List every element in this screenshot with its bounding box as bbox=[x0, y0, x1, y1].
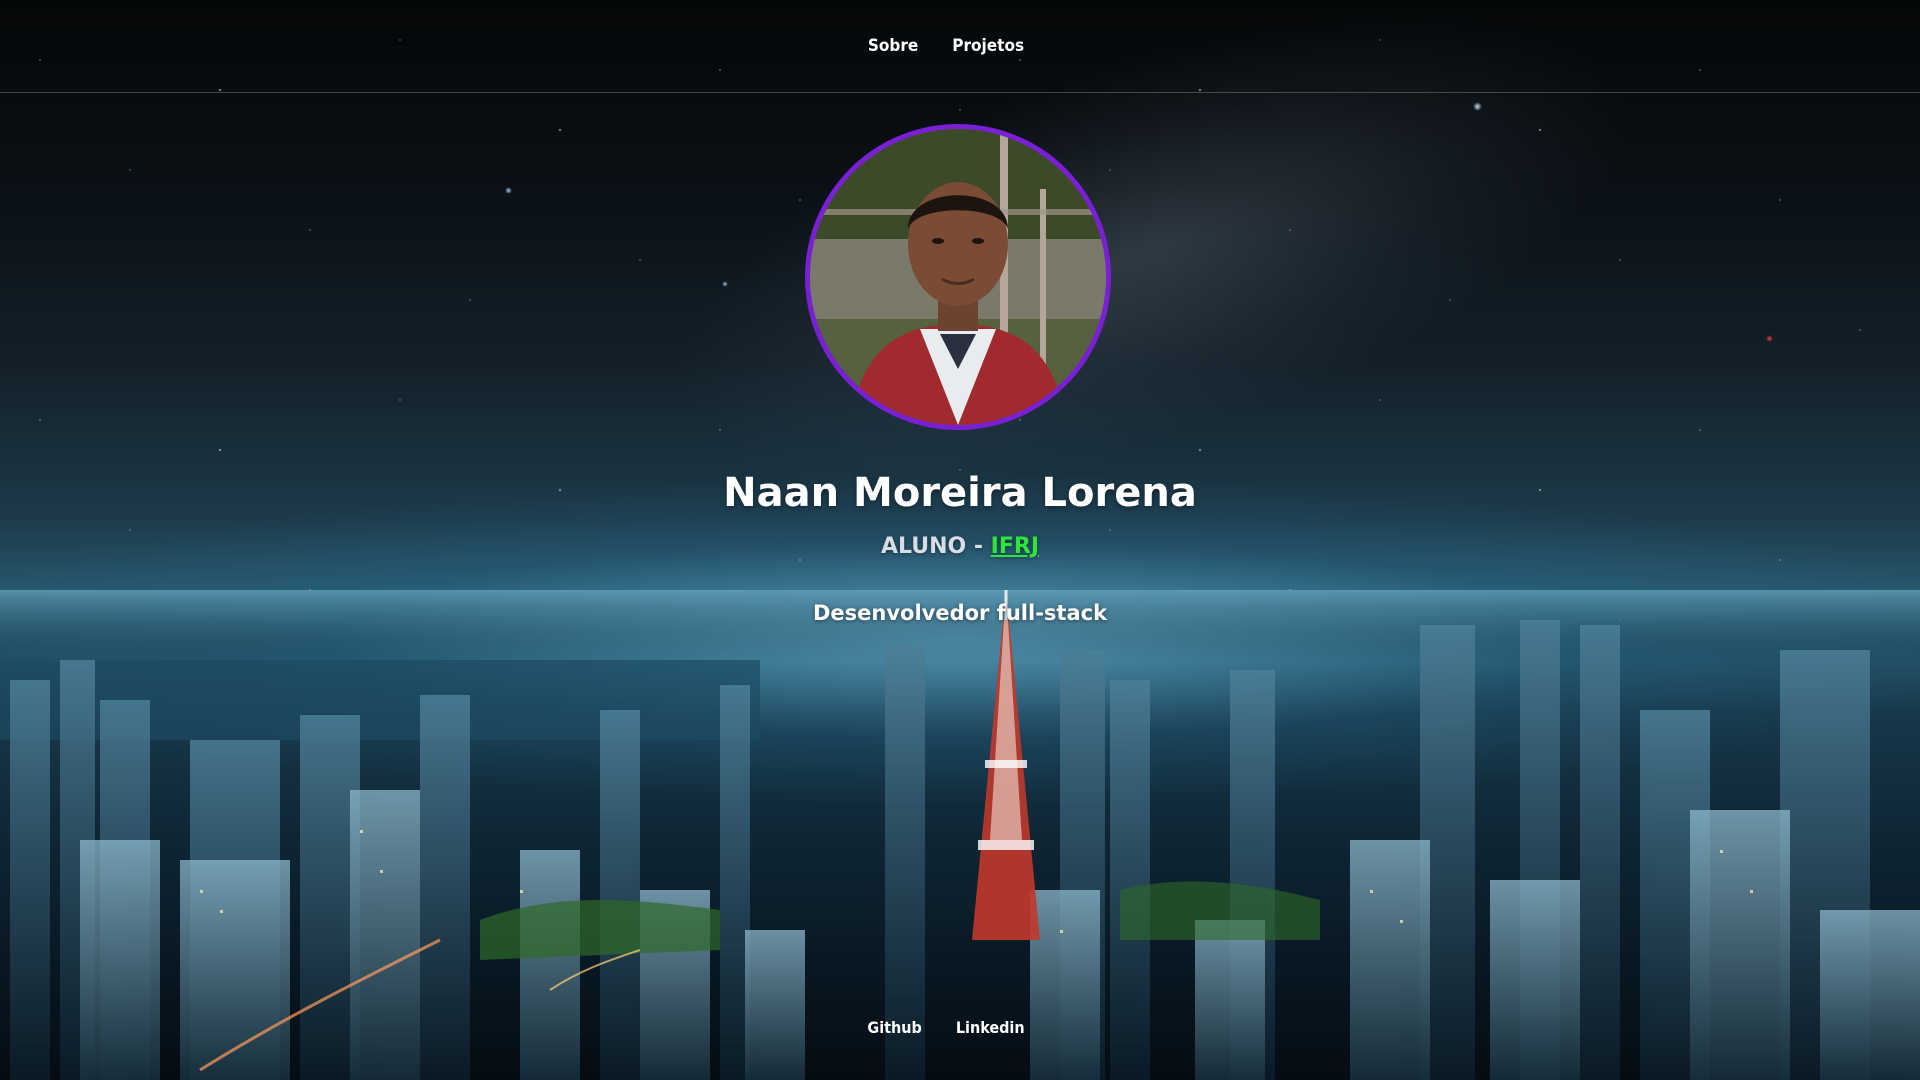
footer-links: Github Linkedin bbox=[0, 1018, 1920, 1037]
profile-avatar bbox=[805, 124, 1111, 430]
role-prefix: ALUNO - bbox=[880, 534, 991, 559]
footer-link-linkedin[interactable]: Linkedin bbox=[956, 1018, 1025, 1037]
institution-link[interactable]: IFRJ bbox=[991, 534, 1039, 559]
profile-tagline: Desenvolvedor full-stack bbox=[812, 601, 1108, 625]
city-skyline bbox=[0, 590, 1920, 1080]
profile-name: Naan Moreira Lorena bbox=[723, 470, 1197, 516]
nav-link-sobre[interactable]: Sobre bbox=[868, 36, 918, 56]
star bbox=[505, 187, 512, 194]
star bbox=[1473, 102, 1482, 111]
page-background: Sobre Projetos Naan Moreira Lorena ALUNO… bbox=[0, 0, 1920, 1080]
profile-photo-icon bbox=[810, 129, 1106, 425]
profile-role: ALUNO - IFRJ bbox=[0, 534, 1920, 559]
nav-link-projetos[interactable]: Projetos bbox=[952, 36, 1024, 56]
star bbox=[1766, 335, 1773, 342]
star bbox=[722, 281, 728, 287]
top-navigation: Sobre Projetos bbox=[0, 0, 1920, 93]
footer-link-github[interactable]: Github bbox=[867, 1018, 921, 1037]
